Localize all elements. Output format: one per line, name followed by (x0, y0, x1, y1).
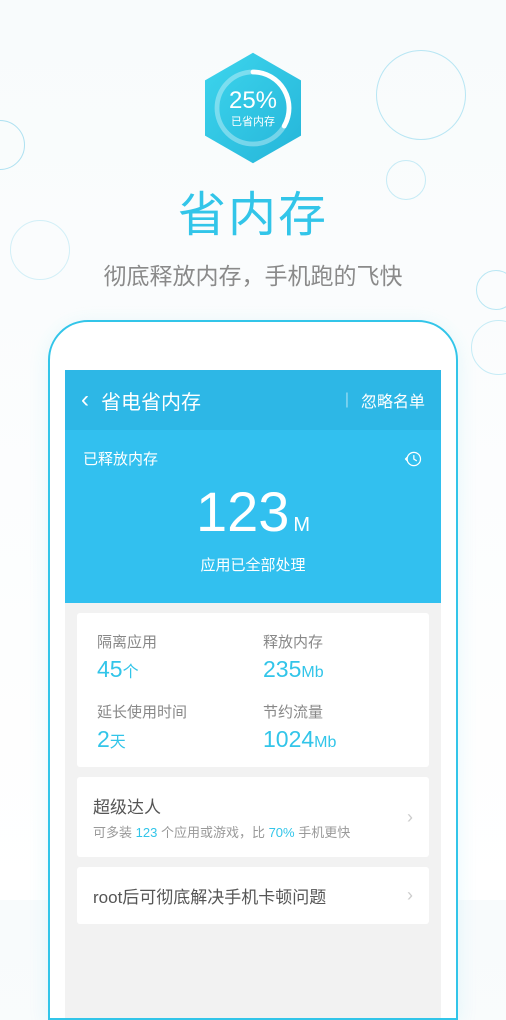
memory-badge: 25% 已省内存 (193, 48, 313, 168)
badge-label: 已省内存 (229, 113, 277, 129)
chevron-right-icon: › (407, 885, 413, 906)
root-item[interactable]: root后可彻底解决手机卡顿问题 › (77, 867, 429, 924)
memory-panel: 已释放内存 123M 应用已全部处理 (65, 430, 441, 603)
phone-screen: ‹ 省电省内存 | 忽略名单 已释放内存 123M 应用已全部处理 (65, 370, 441, 1018)
stat-unit: 个 (123, 664, 139, 681)
badge-percent: 25% (229, 87, 277, 115)
stat-usage-time: 延长使用时间 2天 (97, 701, 243, 753)
memory-freed-unit: M (293, 514, 310, 536)
released-label: 已释放内存 (83, 448, 158, 469)
page-subtitle: 彻底释放内存，手机跑的飞快 (0, 257, 506, 291)
deco-circle (471, 320, 506, 375)
stat-value: 235 (263, 656, 301, 682)
back-icon[interactable]: ‹ (81, 386, 89, 414)
chevron-right-icon: › (407, 807, 413, 828)
memory-freed-display: 123M (83, 479, 423, 544)
list-item-title: 超级达人 (93, 793, 407, 818)
stat-value: 1024 (263, 726, 314, 752)
deco-circle (0, 120, 25, 170)
processed-text: 应用已全部处理 (83, 554, 423, 575)
header-title: 省电省内存 (101, 386, 345, 415)
stat-isolated-apps: 隔离应用 45个 (97, 631, 243, 683)
stat-unit: Mb (301, 664, 323, 681)
deco-circle (376, 50, 466, 140)
super-user-item[interactable]: 超级达人 可多装 123 个应用或游戏，比 70% 手机更快 › (77, 777, 429, 857)
stat-unit: 天 (110, 734, 126, 751)
list-item-title: root后可彻底解决手机卡顿问题 (93, 883, 407, 908)
stat-label: 节约流量 (263, 701, 409, 722)
stats-card: 隔离应用 45个 释放内存 235Mb 延长使用时间 2天 节约流量 1024M… (77, 613, 429, 767)
stat-label: 延长使用时间 (97, 701, 243, 722)
stat-value: 45 (97, 656, 123, 682)
memory-freed-value: 123 (196, 480, 289, 543)
stat-unit: Mb (314, 734, 336, 751)
phone-frame: ‹ 省电省内存 | 忽略名单 已释放内存 123M 应用已全部处理 (48, 320, 458, 1020)
stat-label: 释放内存 (263, 631, 409, 652)
ignore-list-button[interactable]: 忽略名单 (361, 388, 425, 412)
stat-memory-freed: 释放内存 235Mb (263, 631, 409, 683)
app-header: ‹ 省电省内存 | 忽略名单 (65, 370, 441, 430)
page-title: 省内存 (0, 175, 506, 245)
list-item-subtitle: 可多装 123 个应用或游戏，比 70% 手机更快 (93, 822, 407, 841)
history-icon[interactable] (403, 449, 423, 469)
stat-value: 2 (97, 726, 110, 752)
header-divider: | (345, 391, 349, 409)
stat-label: 隔离应用 (97, 631, 243, 652)
stat-data-saved: 节约流量 1024Mb (263, 701, 409, 753)
title-section: 省内存 彻底释放内存，手机跑的飞快 (0, 175, 506, 291)
